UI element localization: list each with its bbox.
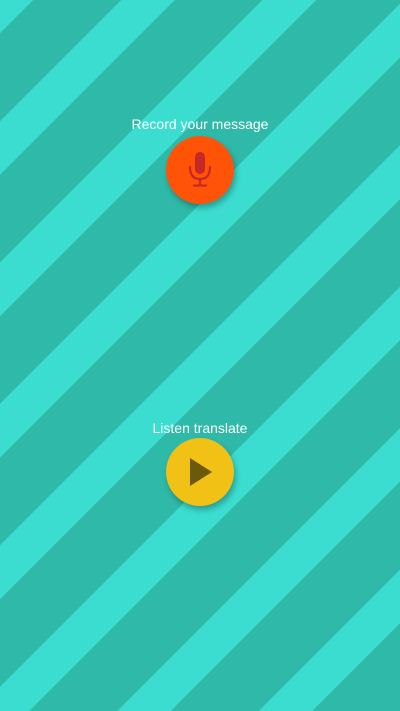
play-button[interactable] — [166, 438, 234, 506]
striped-background — [0, 0, 400, 711]
listen-label: Listen translate — [152, 420, 248, 436]
microphone-icon — [185, 150, 215, 190]
record-label: Record your message — [131, 116, 269, 132]
play-icon — [185, 455, 215, 489]
record-button[interactable] — [166, 136, 234, 204]
